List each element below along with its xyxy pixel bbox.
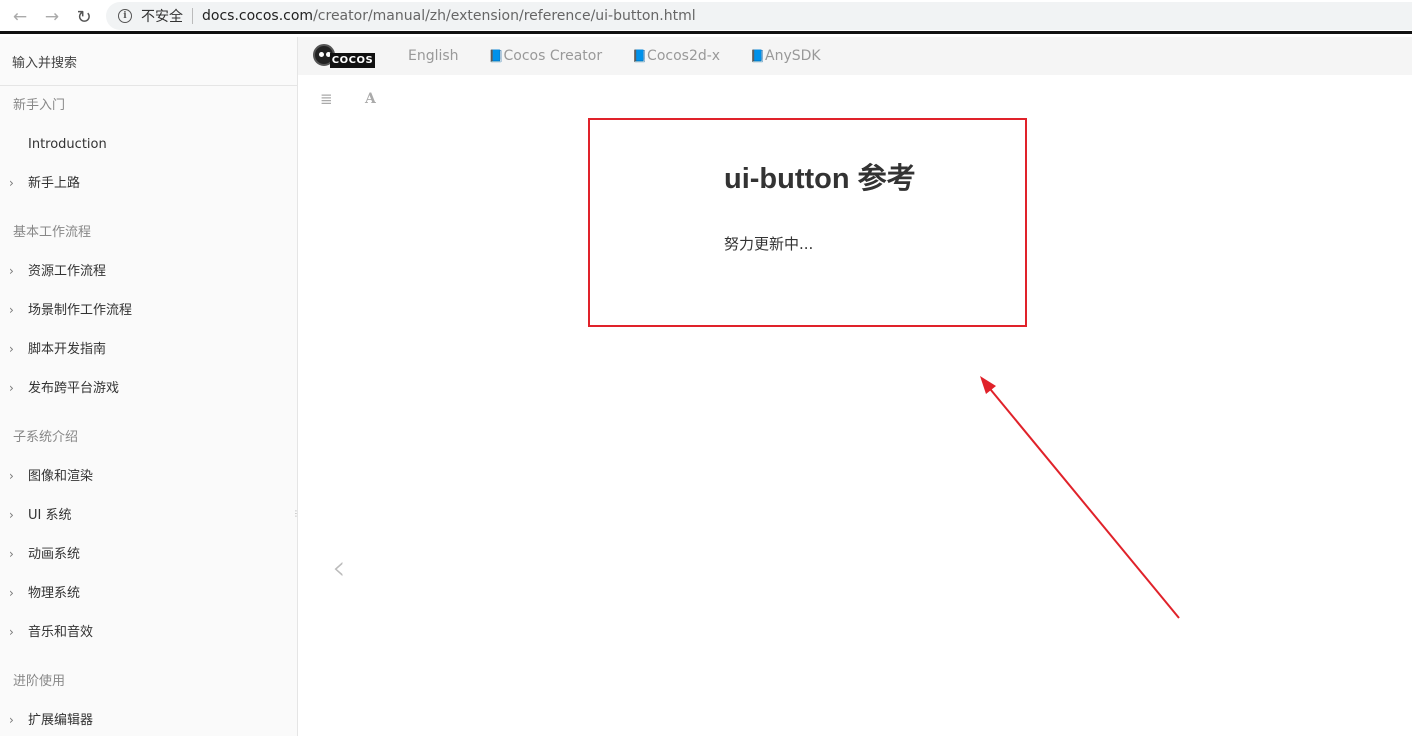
url-host[interactable]: docs.cocos.com [202, 8, 313, 24]
chevron-right-icon[interactable]: › [9, 291, 14, 330]
sidebar-item[interactable]: › 新手上路 [0, 164, 297, 203]
reload-icon[interactable]: ↻ [73, 6, 95, 28]
sidebar-section-title: 新手入门 [13, 98, 66, 113]
chevron-right-icon[interactable]: › [9, 574, 14, 613]
menu-icon[interactable]: ≣ [320, 90, 333, 108]
annotation-box [588, 118, 1027, 327]
chevron-right-icon[interactable]: › [9, 613, 14, 652]
sidebar-item[interactable]: › 图像和渲染 [0, 457, 297, 496]
sidebar-item[interactable]: › 扩展编辑器 [0, 701, 297, 740]
chevron-right-icon[interactable]: › [9, 496, 14, 535]
sidebar-item-label: 发布跨平台游戏 [28, 381, 120, 396]
header-link-english[interactable]: English [408, 48, 459, 64]
chevron-right-icon[interactable]: › [9, 369, 14, 408]
sidebar-item[interactable]: Introduction [0, 125, 297, 164]
sidebar-item[interactable]: › 发布跨平台游戏 [0, 369, 297, 408]
sidebar-item[interactable]: › 脚本开发指南 [0, 330, 297, 369]
header-link-label: Cocos2d-x [647, 48, 721, 64]
back-arrow-icon[interactable]: ← [9, 6, 31, 28]
address-bar[interactable]: i 不安全 docs.cocos.com/creator/manual/zh/e… [106, 2, 1412, 30]
book-header: COCOS English 📘Cocos Creator 📘Cocos2d-x … [298, 37, 1412, 75]
forward-arrow-icon[interactable]: → [41, 6, 63, 28]
chevron-right-icon[interactable]: › [9, 535, 14, 574]
browser-toolbar: ← → ↻ i 不安全 docs.cocos.com/creator/manua… [0, 0, 1412, 34]
sidebar-item[interactable]: › 物理系统 [0, 574, 297, 613]
sidebar-item[interactable]: › UI 系统 [0, 496, 297, 535]
font-settings-icon[interactable]: A [365, 91, 376, 107]
sidebar-item-label: 图像和渲染 [28, 469, 94, 484]
cocos-logo[interactable]: COCOS [313, 44, 375, 68]
sidebar-item-label: 脚本开发指南 [28, 342, 107, 357]
sidebar-item-label: Introduction [28, 137, 107, 152]
sidebar-item-label: 资源工作流程 [28, 264, 107, 279]
sidebar-item-label: UI 系统 [28, 508, 72, 523]
sidebar-item-label: 场景制作工作流程 [28, 303, 133, 318]
sidebar-resize-handle[interactable]: ⋮ [292, 510, 300, 526]
header-link-cocos-creator[interactable]: 📘Cocos Creator [489, 48, 603, 64]
url-path[interactable]: /creator/manual/zh/extension/reference/u… [313, 8, 696, 24]
header-link-anysdk[interactable]: 📘AnySDK [750, 48, 821, 64]
header-link-label: Cocos Creator [503, 48, 603, 64]
sidebar-item-label: 音乐和音效 [28, 625, 94, 640]
sidebar-section-title: 进阶使用 [13, 674, 66, 689]
chevron-right-icon[interactable]: › [9, 701, 14, 740]
chevron-right-icon[interactable]: › [9, 330, 14, 369]
sidebar-nav: 新手入门 Introduction › 新手上路基本工作流程 › 资源工作流程 › 场景制作工… [0, 86, 297, 740]
book-icon: 📘 [750, 49, 766, 63]
sidebar-item-label: 新手上路 [28, 176, 81, 191]
book-icon: 📘 [488, 49, 504, 63]
sidebar-item-label: 动画系统 [28, 547, 81, 562]
sidebar-item[interactable]: › 动画系统 [0, 535, 297, 574]
previous-page-icon[interactable]: ‹ [332, 548, 346, 588]
book-icon: 📘 [632, 49, 648, 63]
sidebar-item[interactable]: › 场景制作工作流程 [0, 291, 297, 330]
info-icon[interactable]: i [118, 9, 132, 23]
sidebar-item-label: 物理系统 [28, 586, 81, 601]
url-text[interactable]: docs.cocos.com/creator/manual/zh/extensi… [202, 8, 696, 24]
cocos-logo-text: COCOS [330, 53, 375, 68]
sidebar: 输入并搜索 新手入门 Introduction › 新手上路基本工作流程 › 资源工作流程… [0, 37, 300, 736]
address-separator [192, 8, 193, 24]
header-link-cocos2d-x[interactable]: 📘Cocos2d-x [632, 48, 720, 64]
chevron-right-icon[interactable]: › [9, 252, 14, 291]
sidebar-item[interactable]: › 资源工作流程 [0, 252, 297, 291]
chevron-right-icon[interactable]: › [9, 457, 14, 496]
sidebar-item-label: 扩展编辑器 [28, 713, 94, 728]
header-link-label: AnySDK [765, 48, 821, 64]
chevron-right-icon[interactable]: › [9, 164, 14, 203]
header-link-label: English [408, 48, 459, 64]
sidebar-item[interactable]: › 音乐和音效 [0, 613, 297, 652]
search-input[interactable]: 输入并搜索 [0, 37, 297, 86]
insecure-label[interactable]: 不安全 [141, 6, 183, 26]
sidebar-section-title: 基本工作流程 [13, 225, 92, 240]
sidebar-section-title: 子系统介绍 [13, 430, 79, 445]
